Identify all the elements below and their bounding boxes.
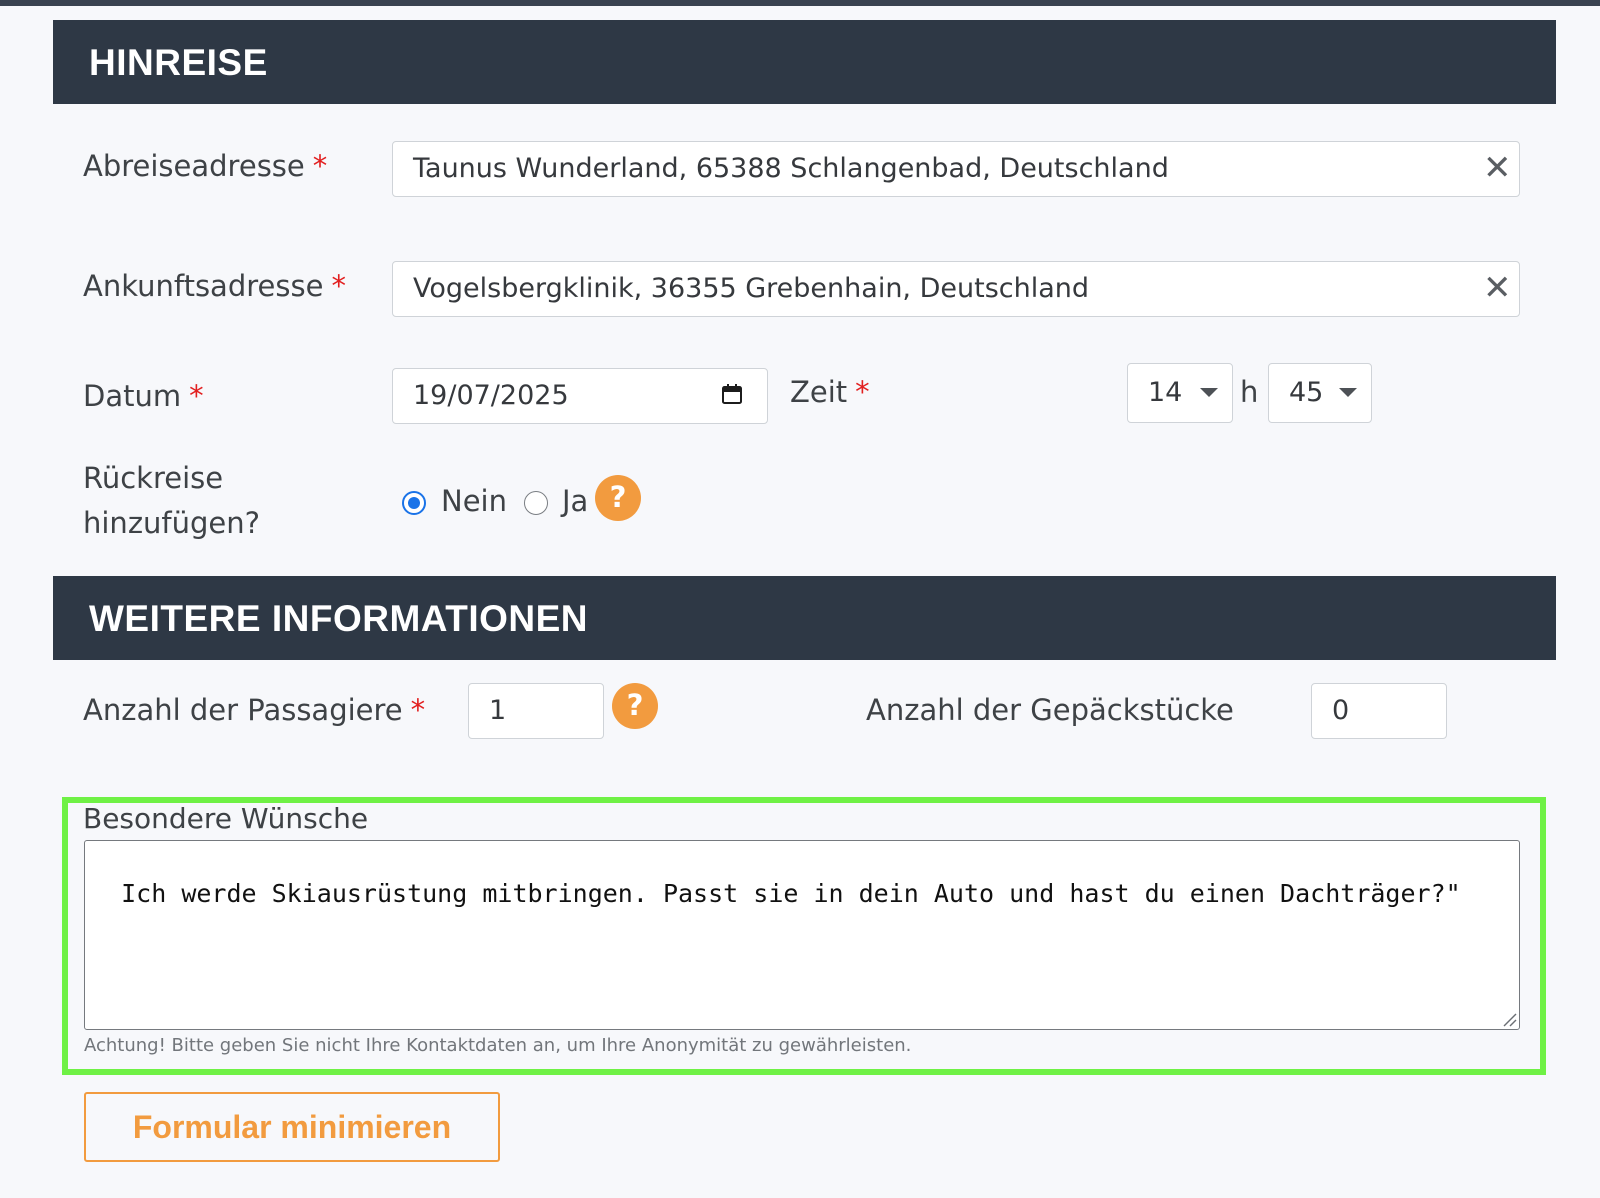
minute-select[interactable]: 45 bbox=[1268, 363, 1372, 423]
hour-value: 14 bbox=[1148, 377, 1183, 408]
special-requests-value: Ich werde Skiausrüstung mitbringen. Pass… bbox=[121, 878, 1461, 908]
departure-address-value: Taunus Wunderland, 65388 Schlangenbad, D… bbox=[413, 153, 1169, 184]
required-marker: * bbox=[312, 149, 328, 183]
passengers-help-icon[interactable]: ? bbox=[612, 683, 658, 729]
top-border bbox=[0, 0, 1600, 6]
special-requests-label: Besondere Wünsche bbox=[83, 802, 369, 835]
minimize-form-button[interactable]: Formular minimieren bbox=[84, 1092, 500, 1162]
clear-departure-icon[interactable]: ✕ bbox=[1483, 142, 1512, 195]
passengers-input[interactable]: 1 bbox=[468, 683, 604, 739]
luggage-value: 0 bbox=[1332, 695, 1350, 726]
section-header-more-info: WEITERE INFORMATIONEN bbox=[53, 576, 1556, 660]
arrival-address-value: Vogelsbergklinik, 36355 Grebenhain, Deut… bbox=[413, 273, 1090, 304]
required-marker: * bbox=[410, 693, 426, 727]
special-requests-textarea[interactable]: Ich werde Skiausrüstung mitbringen. Pass… bbox=[84, 840, 1520, 1030]
luggage-input[interactable]: 0 bbox=[1311, 683, 1447, 739]
passengers-value: 1 bbox=[489, 695, 507, 726]
return-trip-label: Rückreise hinzufügen? bbox=[83, 461, 261, 540]
required-marker: * bbox=[189, 379, 204, 413]
clear-arrival-icon[interactable]: ✕ bbox=[1483, 262, 1512, 315]
return-yes-radio[interactable] bbox=[524, 491, 548, 515]
minute-value: 45 bbox=[1289, 377, 1324, 408]
return-no-label[interactable]: Nein bbox=[441, 480, 507, 524]
time-label: Zeit * bbox=[790, 375, 870, 409]
departure-address-input[interactable]: Taunus Wunderland, 65388 Schlangenbad, D… bbox=[392, 141, 1520, 197]
chevron-down-icon bbox=[1200, 388, 1218, 397]
return-yes-label[interactable]: Ja bbox=[562, 480, 588, 524]
section-header-outbound: HINREISE bbox=[53, 20, 1556, 104]
date-value: 19/07/2025 bbox=[413, 380, 569, 411]
chevron-down-icon bbox=[1339, 388, 1357, 397]
departure-label: Abreiseadresse * bbox=[83, 149, 328, 183]
return-no-radio[interactable] bbox=[402, 491, 426, 515]
required-marker: * bbox=[855, 375, 870, 409]
arrival-address-input[interactable]: Vogelsbergklinik, 36355 Grebenhain, Deut… bbox=[392, 261, 1520, 317]
hour-select[interactable]: 14 bbox=[1127, 363, 1233, 423]
required-marker: * bbox=[331, 269, 346, 303]
arrival-label: Ankunftsadresse * bbox=[83, 269, 346, 303]
return-help-icon[interactable]: ? bbox=[595, 475, 641, 521]
passengers-label: Anzahl der Passagiere * bbox=[83, 693, 426, 727]
privacy-hint: Achtung! Bitte geben Sie nicht Ihre Kont… bbox=[84, 1035, 912, 1056]
date-input[interactable]: 19/07/2025 bbox=[392, 368, 768, 424]
date-label: Datum * bbox=[83, 379, 204, 413]
luggage-label: Anzahl der Gepäckstücke bbox=[866, 693, 1234, 727]
hour-separator: h bbox=[1240, 375, 1259, 409]
calendar-icon[interactable] bbox=[721, 383, 743, 405]
resize-handle-icon[interactable] bbox=[1501, 1011, 1517, 1027]
